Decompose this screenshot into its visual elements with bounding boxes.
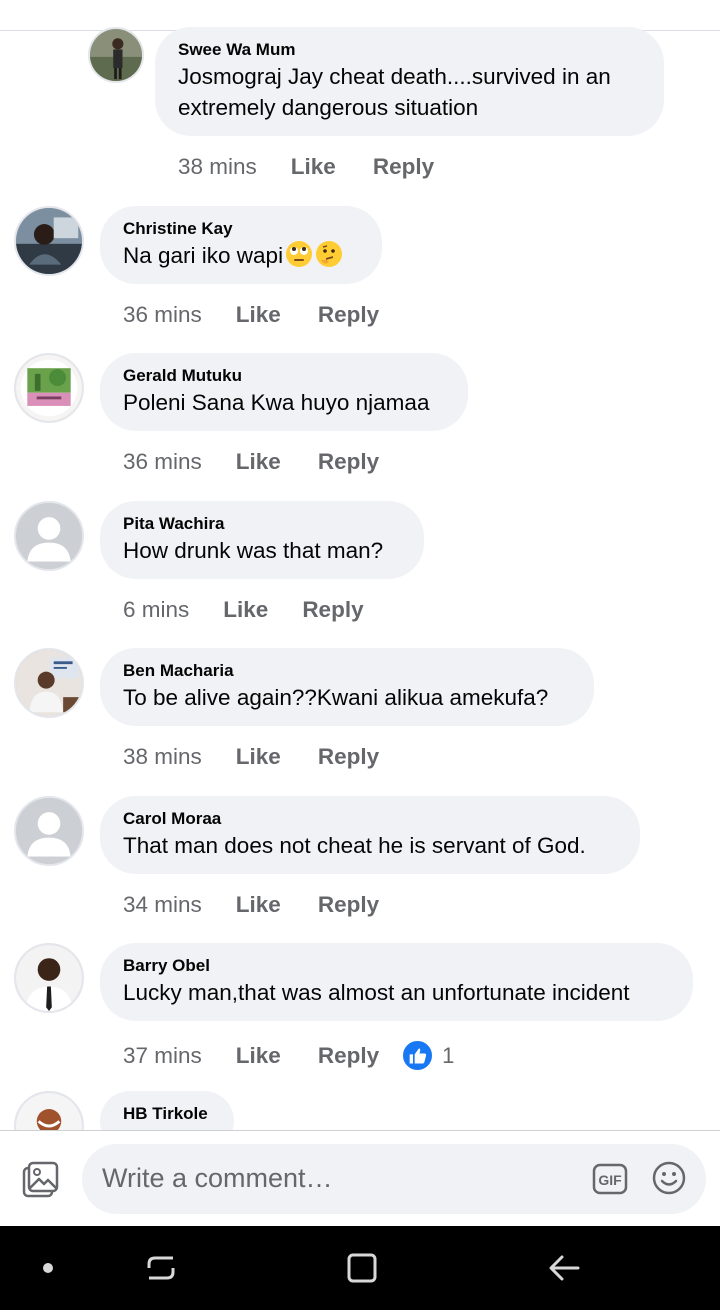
comment-bubble[interactable]: Carol Moraa That man does not cheat he i… [100,796,640,874]
comment-time[interactable]: 34 mins [123,892,202,918]
like-button[interactable]: Like [236,1043,281,1069]
gif-icon[interactable]: GIF [592,1163,628,1195]
comment-actions: 6 mins Like Reply [123,597,364,623]
comment-text: Poleni Sana Kwa huyo njamaa [123,390,430,415]
comment-actions: 38 mins Like Reply [178,154,434,180]
default-avatar-icon[interactable] [14,501,84,571]
reply-button[interactable]: Reply [318,1043,379,1069]
comment-time[interactable]: 36 mins [123,302,202,328]
comment-text: How drunk was that man? [123,538,384,563]
comment-author[interactable]: Christine Kay [123,218,358,240]
comment-author[interactable]: Ben Macharia [123,660,570,682]
reaction-summary[interactable]: 1 [401,1039,454,1072]
reply-button[interactable]: Reply [318,892,379,918]
comment-bubble[interactable]: Pita Wachira How drunk was that man? [100,501,424,579]
gif-label: GIF [598,1172,622,1188]
avatar[interactable] [14,353,84,423]
comment-author[interactable]: HB Tirkole [123,1103,210,1125]
recent-apps-icon[interactable] [143,1250,179,1286]
reply-button[interactable]: Reply [318,449,379,475]
like-reaction-icon [401,1039,435,1072]
comment-bubble[interactable]: Christine Kay Na gari iko wapi [100,206,382,284]
like-button[interactable]: Like [236,302,281,328]
back-icon[interactable] [546,1250,582,1286]
avatar[interactable] [14,943,84,1013]
comment-time[interactable]: 38 mins [123,744,202,770]
comment-time[interactable]: 6 mins [123,597,189,623]
comment-time[interactable]: 38 mins [178,154,257,180]
comment-text: Na gari iko wapi [123,243,284,268]
comment-author[interactable]: Gerald Mutuku [123,365,444,387]
comment-text: Lucky man,that was almost an unfortunate… [123,980,630,1005]
comment-text: To be alive again??Kwani alikua amekufa? [123,685,549,710]
comment-bubble[interactable]: Swee Wa Mum Josmograj Jay cheat death...… [155,27,664,136]
comment-author[interactable]: Swee Wa Mum [178,39,644,61]
reply-button[interactable]: Reply [318,302,379,328]
like-button[interactable]: Like [291,154,336,180]
reaction-count: 1 [442,1042,455,1068]
comment-text-row: Na gari iko wapi [123,240,358,271]
like-button[interactable]: Like [236,892,281,918]
comment-actions: 38 mins Like Reply [123,744,379,770]
thinking-emoji-icon [315,240,343,268]
default-avatar-icon[interactable] [14,796,84,866]
like-button[interactable]: Like [236,744,281,770]
reply-button[interactable]: Reply [373,154,434,180]
comment-text: That man does not cheat he is servant of… [123,833,586,858]
avatar[interactable] [88,27,144,83]
comment-actions: 36 mins Like Reply [123,449,379,475]
like-button[interactable]: Like [236,449,281,475]
comment-author[interactable]: Pita Wachira [123,513,400,535]
comment-bubble[interactable]: Gerald Mutuku Poleni Sana Kwa huyo njama… [100,353,468,431]
comment-time[interactable]: 36 mins [123,449,202,475]
like-button[interactable]: Like [223,597,268,623]
comment-actions: 34 mins Like Reply [123,892,379,918]
comment-author[interactable]: Barry Obel [123,955,669,977]
eye-roll-emoji-icon [285,240,313,268]
comment-placeholder: Write a comment… [102,1163,333,1193]
avatar[interactable] [14,648,84,718]
comment-composer: Write a comment… GIF [0,1130,720,1226]
avatar[interactable] [14,206,84,276]
reply-button[interactable]: Reply [302,597,363,623]
comment-input[interactable]: Write a comment… GIF [82,1144,706,1214]
reply-button[interactable]: Reply [318,744,379,770]
comment-author[interactable]: Carol Moraa [123,808,616,830]
home-icon[interactable] [344,1250,380,1286]
dot-icon[interactable] [30,1250,66,1286]
comment-text: Josmograj Jay cheat death....survived in… [178,64,611,120]
photo-icon[interactable] [21,1161,59,1199]
comment-time[interactable]: 37 mins [123,1043,202,1069]
comment-bubble[interactable]: Barry Obel Lucky man,that was almost an … [100,943,693,1021]
emoji-icon[interactable] [652,1161,686,1195]
comment-actions: 36 mins Like Reply [123,302,379,328]
comment-actions: 37 mins Like Reply 1 [123,1039,454,1072]
comment-bubble[interactable]: Ben Macharia To be alive again??Kwani al… [100,648,594,726]
system-navigation-bar [0,1226,720,1310]
